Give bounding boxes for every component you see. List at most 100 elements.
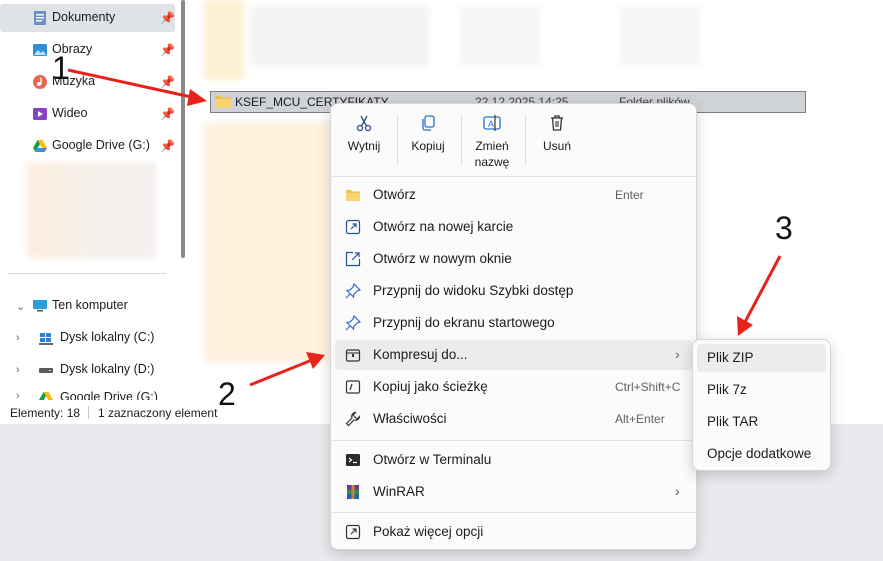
terminal-icon bbox=[346, 454, 360, 466]
sidebar-item-drive-c[interactable]: › Dysk lokalny (C:) bbox=[0, 324, 175, 352]
menu-item-pin-start[interactable]: Przypnij do ekranu startowego bbox=[335, 308, 692, 338]
submenu-item-7z[interactable]: Plik 7z bbox=[697, 376, 826, 404]
chevron-right-icon[interactable]: › bbox=[16, 332, 26, 344]
menu-item-label: Otwórz w nowym oknie bbox=[373, 251, 512, 266]
submenu-item-label: Plik TAR bbox=[707, 414, 759, 429]
submenu-item-tar[interactable]: Plik TAR bbox=[697, 408, 826, 436]
menu-item-label: Kopiuj jako ścieżkę bbox=[373, 379, 488, 394]
menu-item-open-new-window[interactable]: Otwórz w nowym oknie bbox=[335, 244, 692, 274]
cut-label: Wytnij bbox=[347, 139, 381, 153]
sidebar-item-label: Dysk lokalny (C:) bbox=[60, 330, 155, 344]
video-icon bbox=[33, 108, 47, 120]
sidebar-item-label: Dysk lokalny (D:) bbox=[60, 362, 155, 376]
sidebar-item-documents[interactable]: Dokumenty 📌 bbox=[0, 4, 175, 32]
pin-icon[interactable]: 📌 bbox=[160, 107, 175, 121]
wrench-icon bbox=[345, 411, 361, 427]
windows-drive-icon bbox=[39, 333, 53, 345]
menu-item-compress[interactable]: Kompresuj do... › bbox=[335, 340, 692, 370]
pin-icon[interactable]: 📌 bbox=[160, 43, 175, 57]
delete-label: Usuń bbox=[542, 139, 571, 153]
menu-separator bbox=[331, 440, 696, 441]
submenu-item-label: Plik 7z bbox=[707, 382, 747, 397]
rename-button[interactable]: A Zmień nazwę bbox=[462, 112, 522, 174]
annotation-number-2: 2 bbox=[218, 376, 236, 412]
pin-icon[interactable]: 📌 bbox=[160, 11, 175, 25]
pin-icon bbox=[345, 315, 361, 331]
menu-item-label: Kompresuj do... bbox=[373, 347, 468, 362]
sidebar-item-music[interactable]: Muzyka 📌 bbox=[0, 68, 175, 96]
sidebar-item-drive-d[interactable]: › Dysk lokalny (D:) bbox=[0, 356, 175, 384]
context-menu: Wytnij Kopiuj A Zmień nazwę Usuń Otwórz … bbox=[330, 103, 697, 550]
blurred-sidebar-items bbox=[26, 162, 156, 258]
annotation-number-1: 1 bbox=[52, 50, 70, 86]
navigation-pane: Dokumenty 📌 Obrazy 📌 Muzyka 📌 Wideo 📌 Go… bbox=[0, 0, 187, 400]
sidebar-item-label: Ten komputer bbox=[52, 298, 128, 312]
sidebar-item-google-drive[interactable]: Google Drive (G:) 📌 bbox=[0, 132, 175, 160]
svg-text:A: A bbox=[488, 119, 494, 129]
rename-icon: A bbox=[483, 115, 501, 131]
sidebar-scrollbar[interactable] bbox=[181, 0, 185, 258]
pin-icon[interactable]: 📌 bbox=[160, 139, 175, 153]
sidebar-item-drive-g[interactable]: › Google Drive (G:) bbox=[0, 386, 175, 400]
menu-item-label: Otwórz na nowej karcie bbox=[373, 219, 514, 234]
chevron-right-icon[interactable]: › bbox=[16, 390, 26, 400]
menu-item-shortcut: Enter bbox=[615, 188, 644, 202]
menu-item-open-new-tab[interactable]: Otwórz na nowej karcie bbox=[335, 212, 692, 242]
menu-item-label: WinRAR bbox=[373, 484, 425, 499]
menu-item-label: Właściwości bbox=[373, 411, 447, 426]
menu-item-open[interactable]: Otwórz Enter bbox=[335, 180, 692, 210]
sidebar-item-label: Google Drive (G:) bbox=[52, 138, 150, 152]
menu-item-label: Pokaż więcej opcji bbox=[373, 524, 484, 539]
pin-icon bbox=[345, 283, 361, 299]
annotation-number-3: 3 bbox=[775, 210, 793, 246]
menu-separator bbox=[331, 176, 696, 177]
new-tab-icon bbox=[345, 219, 361, 235]
compress-submenu: Plik ZIP Plik 7z Plik TAR Opcje dodatkow… bbox=[692, 339, 831, 471]
blurred-file-names bbox=[250, 6, 430, 66]
winrar-icon bbox=[347, 485, 359, 499]
menu-item-label: Przypnij do ekranu startowego bbox=[373, 315, 555, 330]
sidebar-item-label: Dokumenty bbox=[52, 10, 116, 24]
drive-icon bbox=[39, 368, 53, 373]
menu-item-winrar[interactable]: WinRAR › bbox=[335, 477, 692, 507]
menu-item-label: Przypnij do widoku Szybki dostęp bbox=[373, 283, 574, 298]
google-drive-icon bbox=[33, 140, 47, 152]
pin-icon[interactable]: 📌 bbox=[160, 75, 175, 89]
menu-item-terminal[interactable]: Otwórz w Terminalu bbox=[335, 445, 692, 475]
sidebar-divider bbox=[8, 273, 166, 274]
chevron-down-icon[interactable]: ⌄ bbox=[16, 300, 26, 313]
computer-icon bbox=[33, 300, 47, 312]
sidebar-item-this-pc[interactable]: ⌄ Ten komputer bbox=[0, 292, 175, 320]
status-item-count: Elementy: 18 bbox=[10, 406, 81, 420]
copy-button[interactable]: Kopiuj bbox=[398, 112, 458, 174]
folder-icon bbox=[215, 96, 231, 108]
sidebar-item-pictures[interactable]: Obrazy 📌 bbox=[0, 36, 175, 64]
blurred-files bbox=[204, 122, 330, 362]
menu-item-shortcut: Ctrl+Shift+C bbox=[615, 380, 681, 394]
menu-item-label: Otwórz w Terminalu bbox=[373, 452, 492, 467]
submenu-item-zip[interactable]: Plik ZIP bbox=[697, 344, 826, 372]
menu-item-pin-quick-access[interactable]: Przypnij do widoku Szybki dostęp bbox=[335, 276, 692, 306]
sidebar-item-video[interactable]: Wideo 📌 bbox=[0, 100, 175, 128]
menu-item-shortcut: Alt+Enter bbox=[615, 412, 665, 426]
toolbar-divider bbox=[525, 116, 526, 164]
chevron-right-icon[interactable]: › bbox=[16, 364, 26, 376]
menu-item-more-options[interactable]: Pokaż więcej opcji bbox=[335, 517, 692, 547]
copy-label: Kopiuj bbox=[411, 139, 445, 153]
delete-icon bbox=[551, 115, 563, 131]
menu-item-copy-path[interactable]: Kopiuj jako ścieżkę Ctrl+Shift+C bbox=[335, 372, 692, 402]
copy-path-icon bbox=[345, 380, 361, 394]
google-drive-icon bbox=[39, 392, 53, 400]
copy-icon bbox=[422, 115, 435, 131]
menu-item-label: Otwórz bbox=[373, 187, 416, 202]
more-options-icon bbox=[345, 524, 361, 540]
cut-icon bbox=[356, 115, 372, 132]
cut-button[interactable]: Wytnij bbox=[334, 112, 394, 174]
menu-item-properties[interactable]: Właściwości Alt+Enter bbox=[335, 404, 692, 434]
delete-button[interactable]: Usuń bbox=[527, 112, 587, 174]
blurred-dates bbox=[460, 6, 540, 66]
blurred-types bbox=[620, 6, 700, 66]
status-selection: 1 zaznaczony element bbox=[98, 406, 218, 420]
status-divider bbox=[88, 406, 89, 419]
submenu-item-additional-options[interactable]: Opcje dodatkowe bbox=[697, 440, 826, 468]
